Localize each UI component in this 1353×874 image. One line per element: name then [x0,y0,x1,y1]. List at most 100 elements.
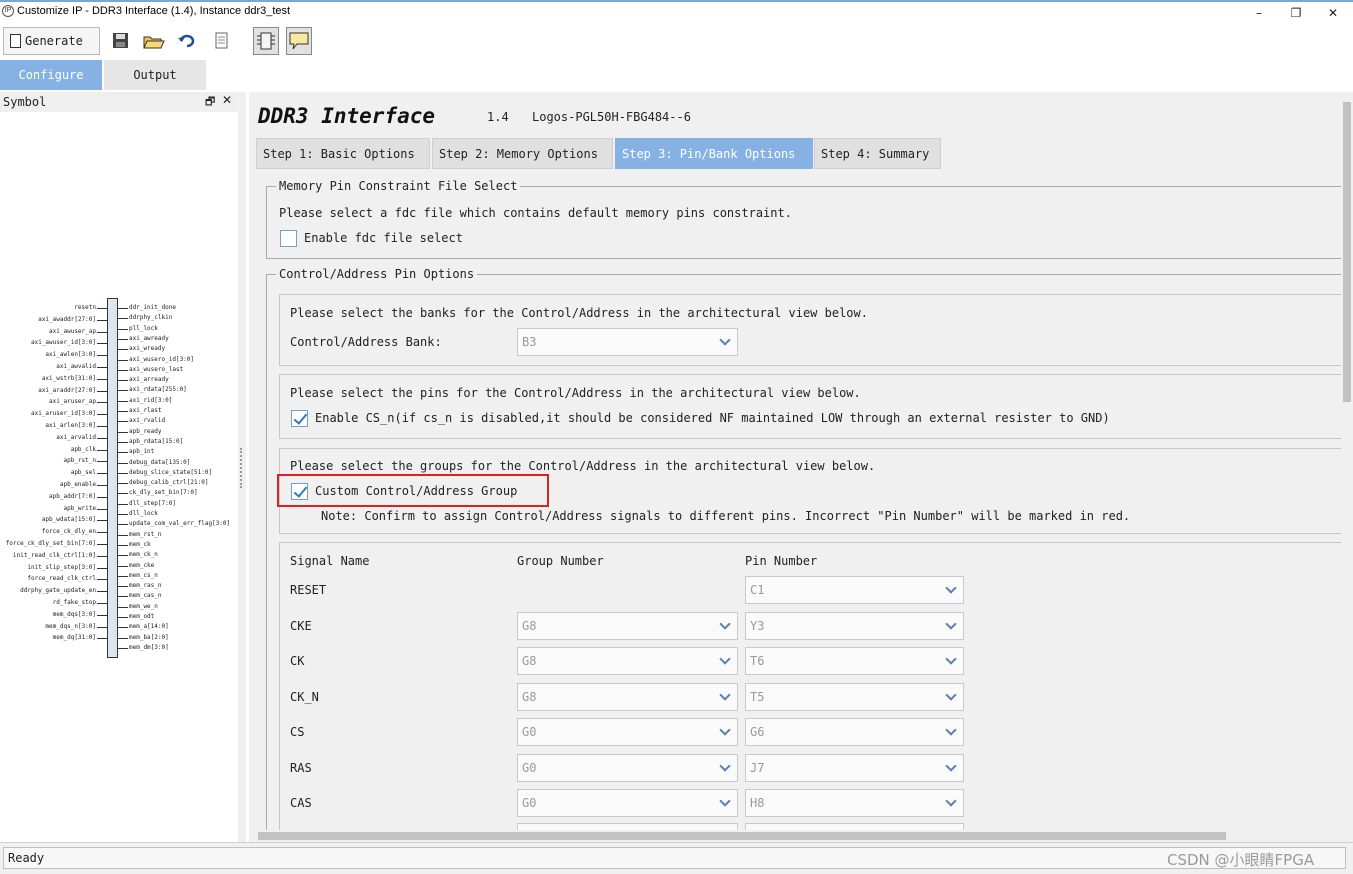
close-button[interactable]: ✕ [1314,2,1352,24]
pin-select[interactable]: J7 [745,753,964,782]
group-select-value: G8 [522,689,537,704]
tab-step-2[interactable]: Step 2: Memory Options [432,138,613,169]
device-name: Logos-PGL50H-FBG484--6 [532,110,691,124]
group-select-value: G8 [522,654,537,668]
symbol-output-pin [118,483,128,485]
open-folder-icon [143,36,165,49]
pin-select[interactable]: H8 [745,789,964,817]
symbol-input-label: axi_awvalid [56,363,96,370]
app-icon: IP [2,5,14,17]
group-select[interactable]: G0 [517,789,738,817]
symbol-input-label: mem_dqs[3:0] [52,610,96,618]
symbol-input-label: resetn [74,304,96,311]
symbol-input-pin [97,520,107,522]
status-field: Ready [3,847,1346,869]
bank-label: Control/Address Bank: [290,335,442,349]
comment-button[interactable] [286,27,312,55]
save-button[interactable] [108,27,132,55]
group-select[interactable]: G0 [517,753,738,782]
symbol-input-pin [97,355,107,357]
pin-select[interactable]: G6 [745,718,964,746]
horizontal-scrollbar-thumb[interactable] [258,832,1226,840]
symbol-output-label: mem_ba[2:0] [129,633,169,641]
group-select[interactable]: G8 [517,647,738,675]
symbol-output-label: mem_cas_n [129,592,162,600]
pin-select[interactable]: T6 [745,647,964,675]
pin-select[interactable]: C1 [745,576,964,604]
pins-prompt: Please select the pins for the Control/A… [290,386,861,400]
symbol-output-label: mem_ras_n [129,582,162,590]
symbol-input-label: apb_rst_n [63,457,96,465]
pin-select[interactable]: T5 [745,682,964,711]
group-select[interactable]: G8 [517,682,738,711]
symbol-output-label: axi_rdata[255:0] [129,386,187,394]
tab-configure[interactable]: Configure [0,60,102,90]
symbol-output-pin [118,493,128,495]
tab-step-4[interactable]: Step 4: Summary [814,138,941,169]
chevron-down-icon [945,724,957,736]
generate-label: Generate [25,34,83,48]
enable-cs-checkbox[interactable] [291,410,308,427]
custom-group-note: Note: Confirm to assign Control/Address … [321,509,1131,523]
close-panel-icon[interactable]: ✕ [222,93,232,107]
window-title: Customize IP - DDR3 Interface (1.4), Ins… [17,5,291,17]
symbol-output-label: mem_cs_n [129,571,158,579]
float-panel-icon[interactable]: 🗗 [205,93,215,112]
restore-button[interactable]: ❐ [1277,2,1315,24]
group-select[interactable]: G0 [517,718,738,746]
symbol-output-label: debug_data[135:0] [129,458,191,466]
enable-fdc-checkbox[interactable] [280,230,297,247]
symbol-output-pin [118,555,128,557]
tab-output[interactable]: Output [104,60,206,90]
symbol-input-label: axi_aruser_id[3:0] [30,410,96,418]
symbol-output-pin [118,586,128,588]
symbol-input-label: init_read_clk_ctrl[1:0] [12,551,96,559]
signal-name-cell: CKE [290,618,312,633]
symbol-input-pin [97,414,107,416]
panel-splitter[interactable] [238,92,246,842]
splitter-grip [240,448,243,488]
symbol-input-pin [97,319,107,321]
chevron-down-icon [719,334,731,346]
vertical-scrollbar-thumb[interactable] [1343,102,1351,402]
tab-step-3[interactable]: Step 3: Pin/Bank Options [615,138,813,169]
symbol-output-label: mem_a[14:0] [129,623,169,631]
chip-view-button[interactable] [253,27,279,55]
highlight-box [277,474,549,507]
symbol-input-pin [97,331,107,333]
symbol-input-pin [97,308,107,309]
pin-select-value: H8 [750,796,765,810]
refresh-button[interactable] [174,27,200,55]
chevron-down-icon [719,795,731,807]
notes-button[interactable] [208,27,234,55]
title-bar: IP Customize IP - DDR3 Interface (1.4), … [0,0,1353,22]
symbol-input-pin [97,343,107,345]
symbol-input-label: force_read_clk_ctrl [27,575,96,583]
symbol-output-label: debug_slice_state[51:0] [129,468,213,476]
symbol-output-label: axi_rlast [129,407,162,414]
symbol-output-pin [118,544,128,546]
group-select[interactable]: G8 [517,611,738,640]
symbol-input-label: axi_arvalid [56,433,96,441]
symbol-input-label: mem_dq[31:0] [52,634,96,642]
chevron-down-icon [945,653,957,665]
pins-subbox [279,374,1341,439]
minimize-button[interactable]: – [1240,2,1278,24]
symbol-input-pin [97,402,107,404]
symbol-output-label: debug_calib_ctrl[21:0] [129,479,209,487]
symbol-input-label: axi_araddr[27:0] [38,386,96,394]
signal-name-cell: CAS [290,796,312,810]
symbol-input-pin [97,473,107,475]
symbol-output-pin [118,637,128,639]
toolbar: Generate [0,22,1353,58]
chevron-down-icon [945,617,957,630]
pin-select[interactable]: Y3 [745,611,964,640]
symbol-output-pin [118,328,128,330]
chevron-down-icon [719,653,731,665]
open-button[interactable] [140,27,166,55]
bank-select[interactable]: B3 [517,328,738,356]
tab-step-1[interactable]: Step 1: Basic Options [256,138,430,169]
symbol-input-pin [97,390,107,392]
generate-button[interactable]: Generate [3,27,100,55]
group-number-header: Group Number [517,554,604,568]
